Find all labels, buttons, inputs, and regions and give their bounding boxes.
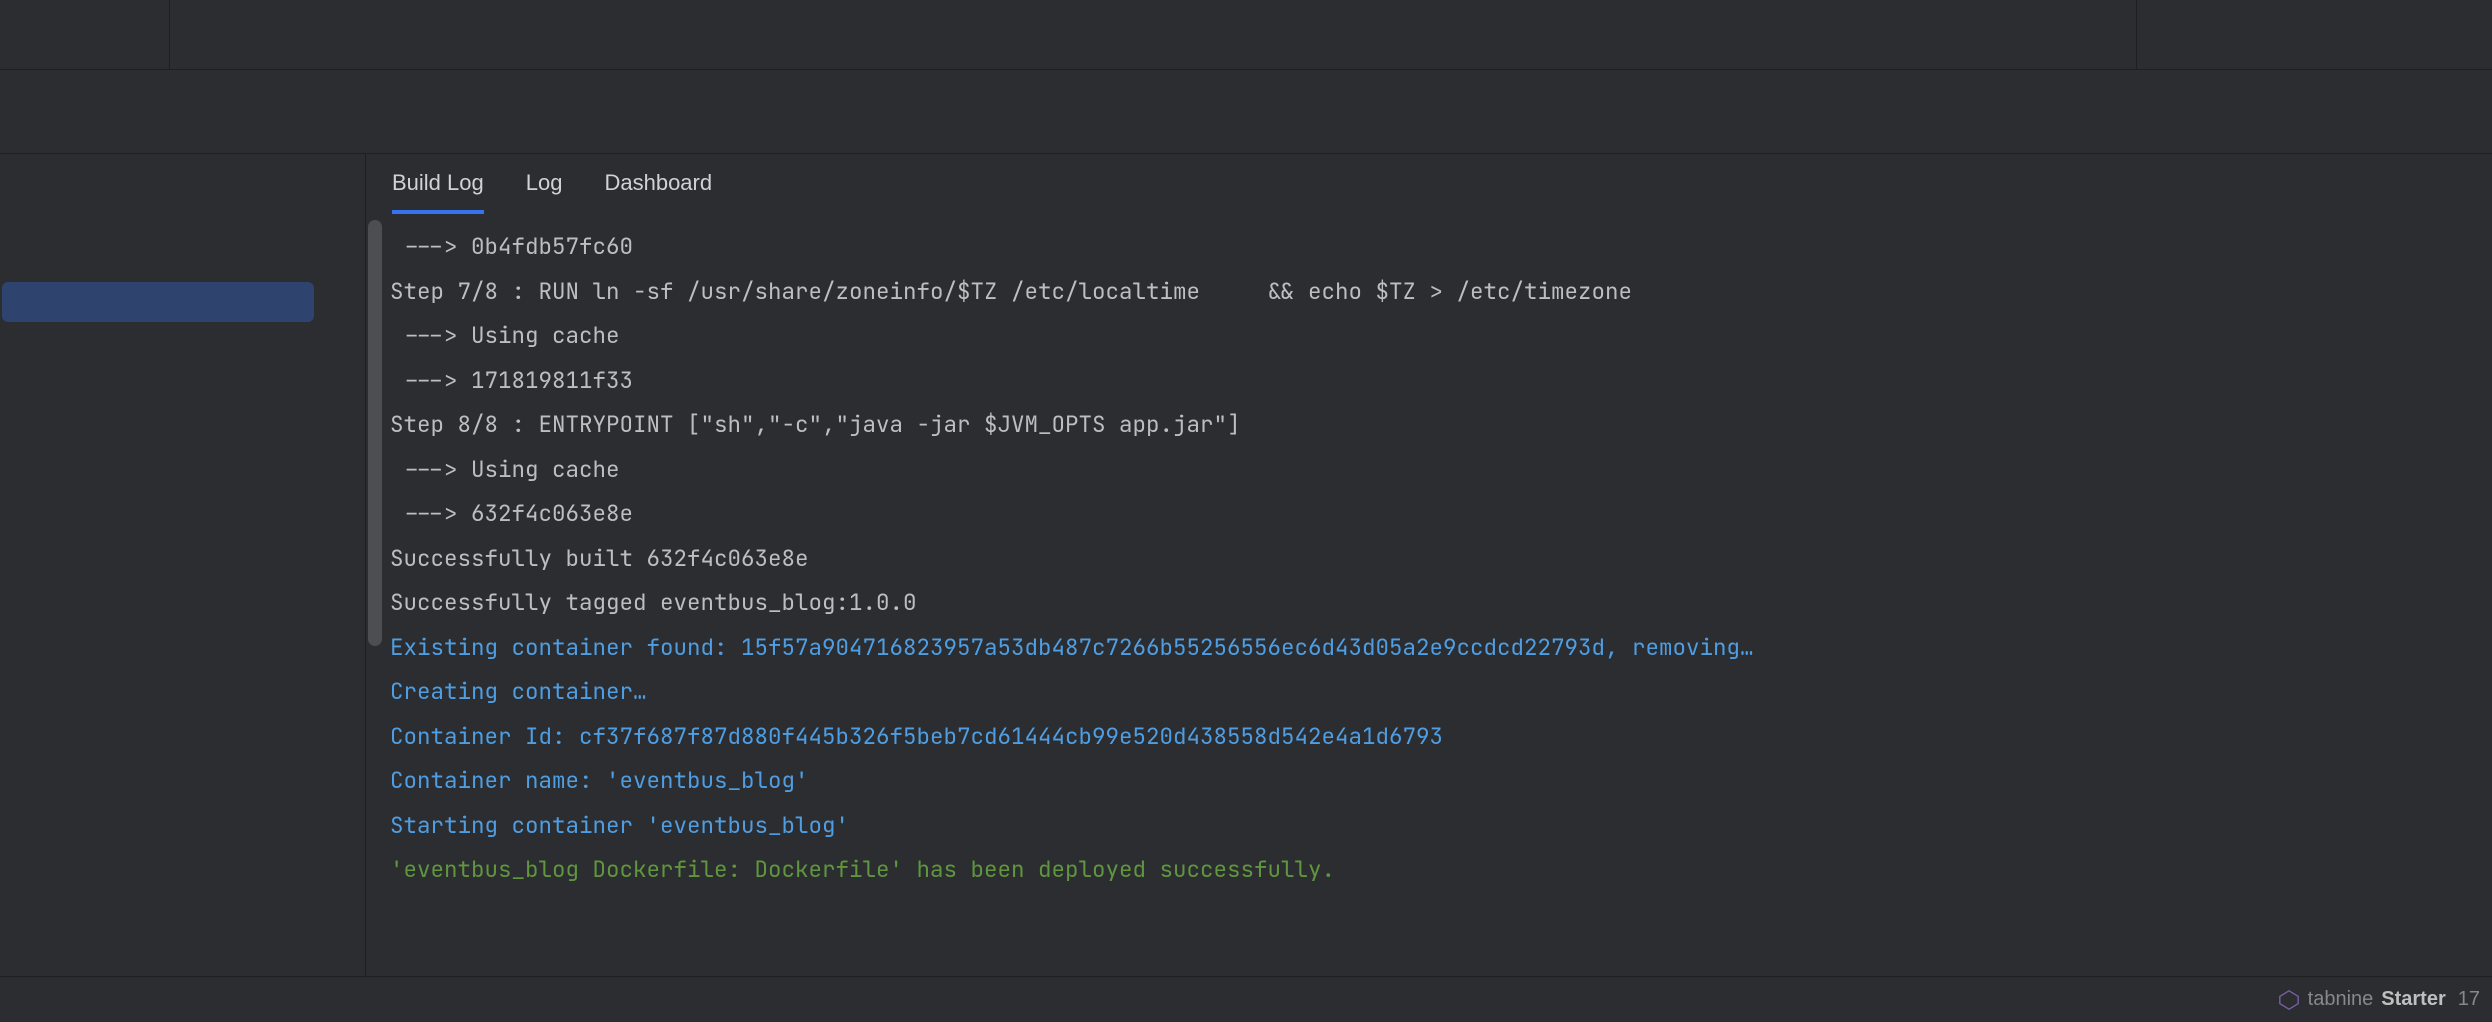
- status-bar: tabnine Starter 17: [0, 976, 2492, 1022]
- tab-dashboard[interactable]: Dashboard: [604, 170, 712, 214]
- top-bar-cell: [0, 0, 170, 69]
- log-line: Existing container found: 15f57a90471682…: [390, 625, 2486, 670]
- scrollbar[interactable]: [368, 220, 382, 646]
- tab-build-log[interactable]: Build Log: [392, 170, 484, 214]
- log-line: Step 8/8 : ENTRYPOINT ["sh","-c","java -…: [390, 402, 2486, 447]
- log-line: Container name: 'eventbus_blog': [390, 758, 2486, 803]
- log-line: ---> Using cache: [390, 447, 2486, 492]
- log-line: ---> Using cache: [390, 313, 2486, 358]
- log-panel: Build Log Log Dashboard ---> 0b4fdb57fc6…: [366, 154, 2492, 976]
- toolbar: [0, 70, 2492, 154]
- tabnine-plan: Starter: [2381, 988, 2445, 1011]
- editor-tab-bar: [0, 0, 2492, 70]
- log-line: Step 7/8 : RUN ln -sf /usr/share/zoneinf…: [390, 269, 2486, 314]
- tabnine-status[interactable]: tabnine Starter: [2278, 988, 2446, 1011]
- log-line: Successfully built 632f4c063e8e: [390, 536, 2486, 581]
- log-line: ---> 0b4fdb57fc60: [390, 224, 2486, 269]
- tabnine-name: tabnine: [2308, 988, 2374, 1011]
- log-line: 'eventbus_blog Dockerfile: Dockerfile' h…: [390, 847, 2486, 892]
- log-line: Successfully tagged eventbus_blog:1.0.0: [390, 580, 2486, 625]
- log-line: Creating container…: [390, 669, 2486, 714]
- log-line: ---> 632f4c063e8e: [390, 491, 2486, 536]
- tab-log[interactable]: Log: [526, 170, 563, 214]
- log-tabs: Build Log Log Dashboard: [366, 154, 2492, 214]
- log-line: ---> 171819811f33: [390, 358, 2486, 403]
- line-column-indicator[interactable]: 17: [2458, 988, 2480, 1011]
- tabnine-icon: [2278, 989, 2300, 1011]
- log-line: Starting container 'eventbus_blog': [390, 803, 2486, 848]
- log-line: Container Id: cf37f687f87d880f445b326f5b…: [390, 714, 2486, 759]
- top-bar-cell: [170, 0, 2137, 69]
- log-output[interactable]: ---> 0b4fdb57fc60Step 7/8 : RUN ln -sf /…: [390, 214, 2492, 976]
- sidebar-item-selected[interactable]: [2, 282, 314, 322]
- sidebar: [0, 154, 366, 976]
- top-bar-cell: [2137, 0, 2492, 69]
